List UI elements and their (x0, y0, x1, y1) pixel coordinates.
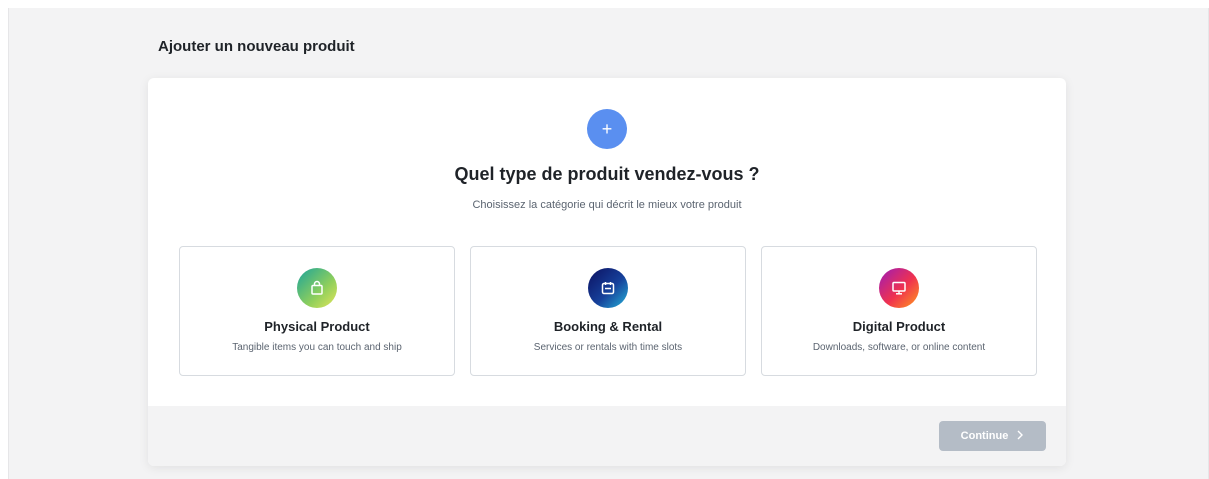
option-title: Physical Product (264, 319, 370, 334)
monitor-icon (879, 268, 919, 308)
option-description: Services or rentals with time slots (533, 342, 683, 353)
continue-button[interactable]: Continue (939, 421, 1046, 451)
option-description: Tangible items you can touch and ship (232, 342, 402, 353)
option-title: Booking & Rental (553, 319, 663, 334)
product-type-card: + Quel type de produit vendez-vous ? Cho… (148, 78, 1066, 466)
question-subtitle: Choisissez la catégorie qui décrit le mi… (472, 199, 742, 211)
page-title: Ajouter un nouveau produit (158, 38, 355, 55)
option-title: Digital Product (852, 319, 946, 334)
continue-label: Continue (960, 430, 1009, 442)
option-booking-rental[interactable]: Booking & Rental Services or rentals wit… (470, 246, 746, 376)
option-physical-product[interactable]: Physical Product Tangible items you can … (179, 246, 455, 376)
chevron-right-icon (1016, 430, 1024, 443)
card-footer: Continue (148, 406, 1066, 466)
shopping-bag-icon (297, 268, 337, 308)
option-digital-product[interactable]: Digital Product Downloads, software, or … (761, 246, 1037, 376)
option-description: Downloads, software, or online content (812, 342, 986, 353)
question-heading: Quel type de produit vendez-vous ? (454, 164, 760, 184)
app-frame: Ajouter un nouveau produit + Quel type d… (8, 8, 1209, 479)
product-type-options: Physical Product Tangible items you can … (179, 246, 1037, 376)
plus-icon: + (587, 109, 627, 149)
calendar-icon (588, 268, 628, 308)
